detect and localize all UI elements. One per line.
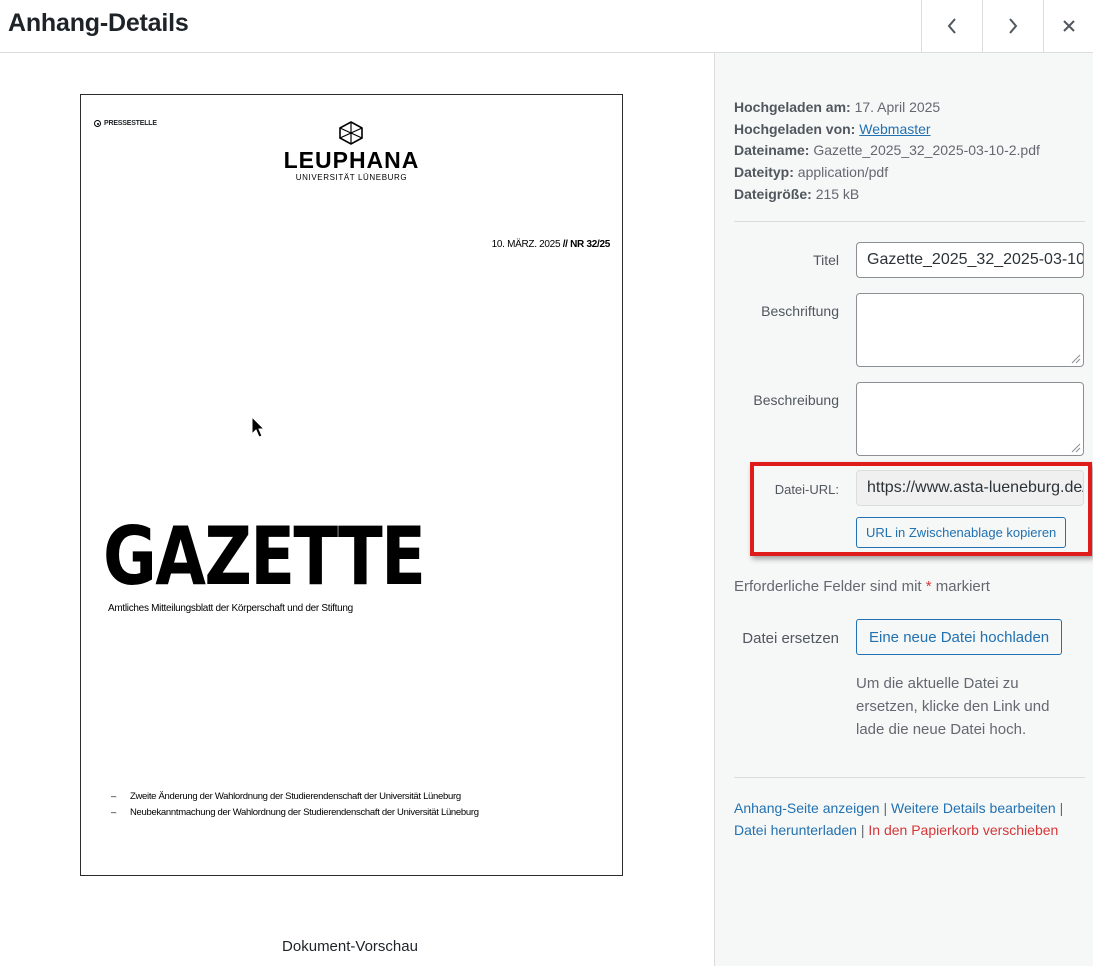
- attachment-details-sidebar: Hochgeladen am: 17. April 2025 Hochgelad…: [714, 53, 1093, 966]
- previous-button[interactable]: [921, 0, 982, 52]
- required-note: Erforderliche Felder sind mit * markiert: [734, 578, 990, 595]
- attachment-actions: Anhang-Seite anzeigen | Weitere Details …: [734, 800, 1064, 838]
- caption-label: Beschriftung: [761, 303, 839, 319]
- list-item: – Neubekanntmachung der Wahlordnung der S…: [111, 807, 479, 818]
- resize-handle-icon[interactable]: [1071, 443, 1081, 453]
- title-label: Titel: [813, 252, 839, 268]
- replace-label: Datei ersetzen: [742, 630, 839, 647]
- issue-info: 10. MÄRZ. 2025 // NR 32/25: [491, 239, 611, 250]
- filetype-row: Dateityp: application/pdf: [734, 164, 889, 181]
- edit-more-details-link[interactable]: Weitere Details bearbeiten: [891, 800, 1056, 816]
- divider: [734, 221, 1085, 222]
- gazette-headline: GAZETTE: [103, 510, 426, 603]
- filename-row: Dateiname: Gazette_2025_32_2025-03-10-2.…: [734, 142, 1040, 159]
- pressestelle-icon: [94, 120, 101, 127]
- uploaded-on-row: Hochgeladen am: 17. April 2025: [734, 99, 941, 115]
- chevron-left-icon: [947, 18, 956, 34]
- next-button[interactable]: [982, 0, 1043, 52]
- resize-handle-icon[interactable]: [1071, 354, 1081, 364]
- download-file-link[interactable]: Datei herunterladen: [734, 822, 857, 838]
- preview-caption: Dokument-Vorschau: [282, 938, 418, 955]
- list-item: – Zweite Änderung der Wahlordnung der Stu…: [111, 791, 461, 802]
- upload-new-file-button[interactable]: Eine neue Datei hochladen: [856, 619, 1063, 655]
- close-button[interactable]: [1043, 0, 1093, 52]
- caption-textarea[interactable]: [856, 293, 1084, 367]
- logo-name: LEUPHANA: [283, 147, 420, 173]
- file-metadata: Hochgeladen am: 17. April 2025 Hochgelad…: [734, 97, 1040, 206]
- logo-subtitle: UNIVERSITÄT LÜNEBURG: [295, 173, 408, 182]
- modal-header: Anhang-Details: [0, 0, 1093, 53]
- divider: [734, 777, 1085, 778]
- document-preview-area: PRESSESTELLE LEUPHANA UNIVERSITÄT LÜNEBU…: [0, 53, 714, 966]
- uploader-link[interactable]: Webmaster: [859, 121, 930, 137]
- close-icon: [1062, 20, 1075, 32]
- document-preview[interactable]: PRESSESTELLE LEUPHANA UNIVERSITÄT LÜNEBU…: [80, 94, 623, 876]
- pressestelle-label: PRESSESTELLE: [94, 120, 157, 127]
- description-label: Beschreibung: [753, 392, 839, 408]
- modal-title: Anhang-Details: [8, 9, 189, 37]
- replace-help-text: Um die aktuelle Datei zu ersetzen, klick…: [856, 675, 1050, 738]
- leuphana-logo-icon: [339, 121, 363, 145]
- move-to-trash-link[interactable]: In den Papierkorb verschieben: [868, 822, 1058, 838]
- description-textarea[interactable]: [856, 382, 1084, 456]
- view-attachment-page-link[interactable]: Anhang-Seite anzeigen: [734, 800, 880, 816]
- highlight-box: [750, 462, 1092, 556]
- chevron-right-icon: [1009, 18, 1018, 34]
- filesize-row: Dateigröße: 215 kB: [734, 185, 860, 202]
- contents-list: – Zweite Änderung der Wahlordnung der Stu…: [111, 789, 479, 821]
- mouse-cursor-icon: [251, 416, 265, 438]
- title-input[interactable]: Gazette_2025_32_2025-03-10-2: [856, 242, 1084, 278]
- gazette-subtitle: Amtliches Mitteilungsblatt der Körpersch…: [108, 603, 353, 614]
- uploaded-by-row: Hochgeladen von: Webmaster: [734, 120, 931, 137]
